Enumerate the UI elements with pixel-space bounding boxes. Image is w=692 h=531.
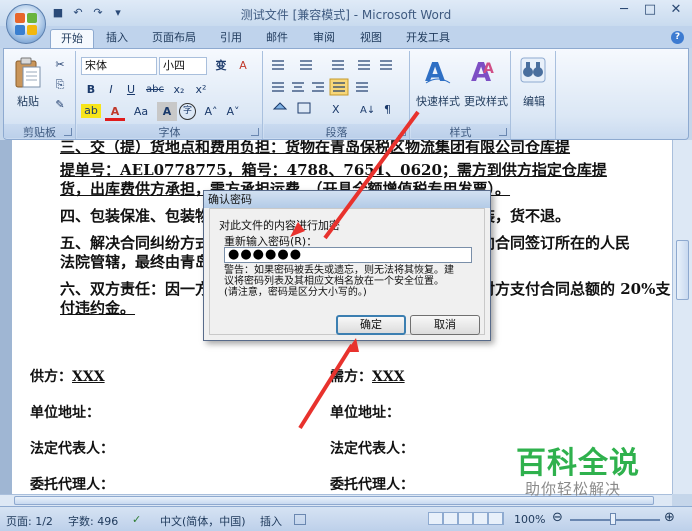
tab-references[interactable]: 引用 [220, 29, 242, 48]
quick-styles-button[interactable]: 快速样式 [413, 93, 463, 109]
vertical-scrollbar[interactable] [672, 140, 692, 494]
tab-view[interactable]: 视图 [360, 29, 382, 48]
watermark-title: 百科全说 [516, 446, 640, 481]
change-styles-button[interactable]: 更改样式 [461, 93, 511, 109]
zoom-slider-thumb[interactable] [610, 513, 616, 525]
editing-button[interactable]: 编辑 [514, 93, 554, 109]
doc-line-1: 三、交（提）货地点和费用负担：货物在青岛保税区物流集团有限公司仓库提 [60, 140, 571, 156]
ok-button[interactable]: 确定 [336, 315, 406, 335]
font-group: 宋体 小四 变 A B I U abc x₂ x² ab A Aa A 字 A˄… [77, 51, 263, 139]
svg-text:A: A [425, 58, 445, 87]
binoculars-icon[interactable] [520, 57, 546, 83]
zoom-out-icon[interactable]: ⊖ [552, 510, 563, 525]
dialog-title: 确认密码 [204, 191, 490, 208]
proofing-icon[interactable]: ✓ [132, 513, 141, 526]
subscript-button[interactable]: x₂ [169, 80, 189, 99]
ribbon: 粘贴 ✂ ⎘ ✎ 剪贴板 宋体 小四 变 A B I U abc x₂ x² a… [3, 48, 689, 140]
clipboard-group: 粘贴 ✂ ⎘ ✎ 剪贴板 [4, 51, 76, 139]
tab-review[interactable]: 审阅 [313, 29, 335, 48]
dialog-warning: 警告：如果密码被丢失或遗忘，则无法将其恢复。建 议将密码列表及其相应文档名放在一… [224, 265, 454, 298]
highlight-button[interactable]: ab [81, 104, 101, 118]
font-size-select[interactable]: 小四 [159, 57, 207, 75]
buyer-address-label: 单位地址： [330, 405, 400, 421]
word-count[interactable]: 字数: 496 [68, 513, 118, 529]
paste-button-label[interactable]: 粘贴 [10, 93, 46, 109]
italic-button[interactable]: I [101, 80, 121, 99]
styles-launcher-icon[interactable] [499, 128, 507, 136]
tab-insert[interactable]: 插入 [106, 29, 128, 48]
bold-button[interactable]: B [81, 80, 101, 99]
tab-page-layout[interactable]: 页面布局 [152, 29, 196, 48]
cut-icon[interactable]: ✂ [50, 55, 70, 74]
doc-line-2: 提单号：AEL0778775，箱号：4788、7651、0620；需方到供方指定… [60, 161, 607, 179]
tab-developer[interactable]: 开发工具 [406, 29, 450, 48]
font-color-button[interactable]: A [105, 102, 125, 121]
paragraph-launcher-icon[interactable] [398, 128, 406, 136]
supplier-legal-rep-label: 法定代表人： [30, 441, 114, 457]
zoom-level[interactable]: 100% [514, 513, 545, 526]
insert-mode[interactable]: 插入 [260, 513, 282, 529]
maximize-button[interactable]: □ [640, 3, 660, 19]
clipboard-launcher-icon[interactable] [64, 128, 72, 136]
paragraph-group-label: 段落 [264, 124, 409, 139]
svg-text:¶: ¶ [384, 103, 391, 116]
buyer-agent-label: 委托代理人： [330, 477, 414, 493]
tab-home[interactable]: 开始 [50, 29, 94, 48]
password-input[interactable]: ●●●●●● [224, 247, 472, 263]
font-name-select[interactable]: 宋体 [81, 57, 157, 75]
doc-line-8: 付违约金。 [60, 299, 136, 317]
styles-group: A A A 快速样式 更改样式 样式 [411, 51, 511, 139]
shrink-font-button[interactable]: A˅ [223, 102, 243, 121]
window-title: 测试文件 [兼容模式] - Microsoft Word [240, 8, 452, 22]
zoom-in-icon[interactable]: ⊕ [664, 510, 675, 525]
underline-button[interactable]: U [121, 80, 141, 99]
copy-icon[interactable]: ⎘ [50, 75, 70, 94]
cancel-button[interactable]: 取消 [410, 315, 480, 335]
view-buttons[interactable] [428, 512, 504, 525]
supplier-agent-label: 委托代理人： [30, 477, 114, 493]
font-group-label: 字体 [77, 124, 262, 139]
svg-text:X: X [332, 103, 340, 116]
enclose-char-button[interactable]: 字 [179, 103, 196, 120]
vertical-scroll-thumb[interactable] [676, 240, 689, 300]
buyer-label: 需方：XXX [330, 369, 405, 385]
format-painter-icon[interactable]: ✎ [50, 95, 70, 114]
paragraph-tools-icon[interactable]: X A↓ ¶ [268, 57, 406, 121]
phonetic-guide-icon[interactable]: 变 [211, 56, 231, 75]
watermark-subtitle: 助你轻松解决 [525, 480, 622, 498]
buyer-legal-rep-label: 法定代表人： [330, 441, 414, 457]
paragraph-group: X A↓ ¶ 段落 [264, 51, 410, 139]
language-indicator[interactable]: 中文(简体，中国) [160, 513, 246, 529]
ribbon-tabs: 开始 插入 页面布局 引用 邮件 审阅 视图 开发工具 ? [0, 26, 692, 48]
grow-font-button[interactable]: A˄ [201, 102, 221, 121]
char-shading-button[interactable]: A [157, 102, 177, 121]
status-bar: 页面: 1/2 字数: 496 ✓ 中文(简体，中国) 插入 100% ⊖ ⊕ [0, 506, 692, 531]
page-count[interactable]: 页面: 1/2 [6, 513, 53, 529]
font-launcher-icon[interactable] [251, 128, 259, 136]
tab-mailings[interactable]: 邮件 [266, 29, 288, 48]
styles-group-label: 样式 [411, 124, 510, 139]
clear-format-icon[interactable]: A [233, 56, 253, 75]
help-icon[interactable]: ? [671, 31, 684, 44]
office-button[interactable] [6, 4, 46, 44]
dialog-description: 对此文件的内容进行加密 [219, 219, 340, 232]
change-styles-icon[interactable]: A A [469, 55, 499, 87]
supplier-label: 供方：XXX [30, 369, 105, 385]
strikethrough-button[interactable]: abc [143, 80, 167, 99]
confirm-password-dialog: 确认密码 对此文件的内容进行加密 重新输入密码(R)： ●●●●●● 警告：如果… [203, 190, 491, 341]
close-button[interactable]: ✕ [666, 3, 686, 19]
paste-icon[interactable] [14, 57, 42, 89]
change-case-button[interactable]: Aa [129, 102, 153, 121]
title-bar: ■ ↶ ↷ ▾ 测试文件 [兼容模式] - Microsoft Word ─ □… [0, 0, 692, 26]
svg-text:A↓: A↓ [360, 105, 375, 116]
macro-record-icon[interactable] [294, 514, 306, 525]
office-logo-icon [15, 13, 37, 35]
editing-group: 编辑 [512, 51, 556, 139]
quick-styles-icon[interactable]: A [423, 55, 453, 87]
minimize-button[interactable]: ─ [614, 3, 634, 19]
superscript-button[interactable]: x² [191, 80, 211, 99]
supplier-address-label: 单位地址： [30, 405, 100, 421]
svg-text:A: A [483, 61, 494, 77]
